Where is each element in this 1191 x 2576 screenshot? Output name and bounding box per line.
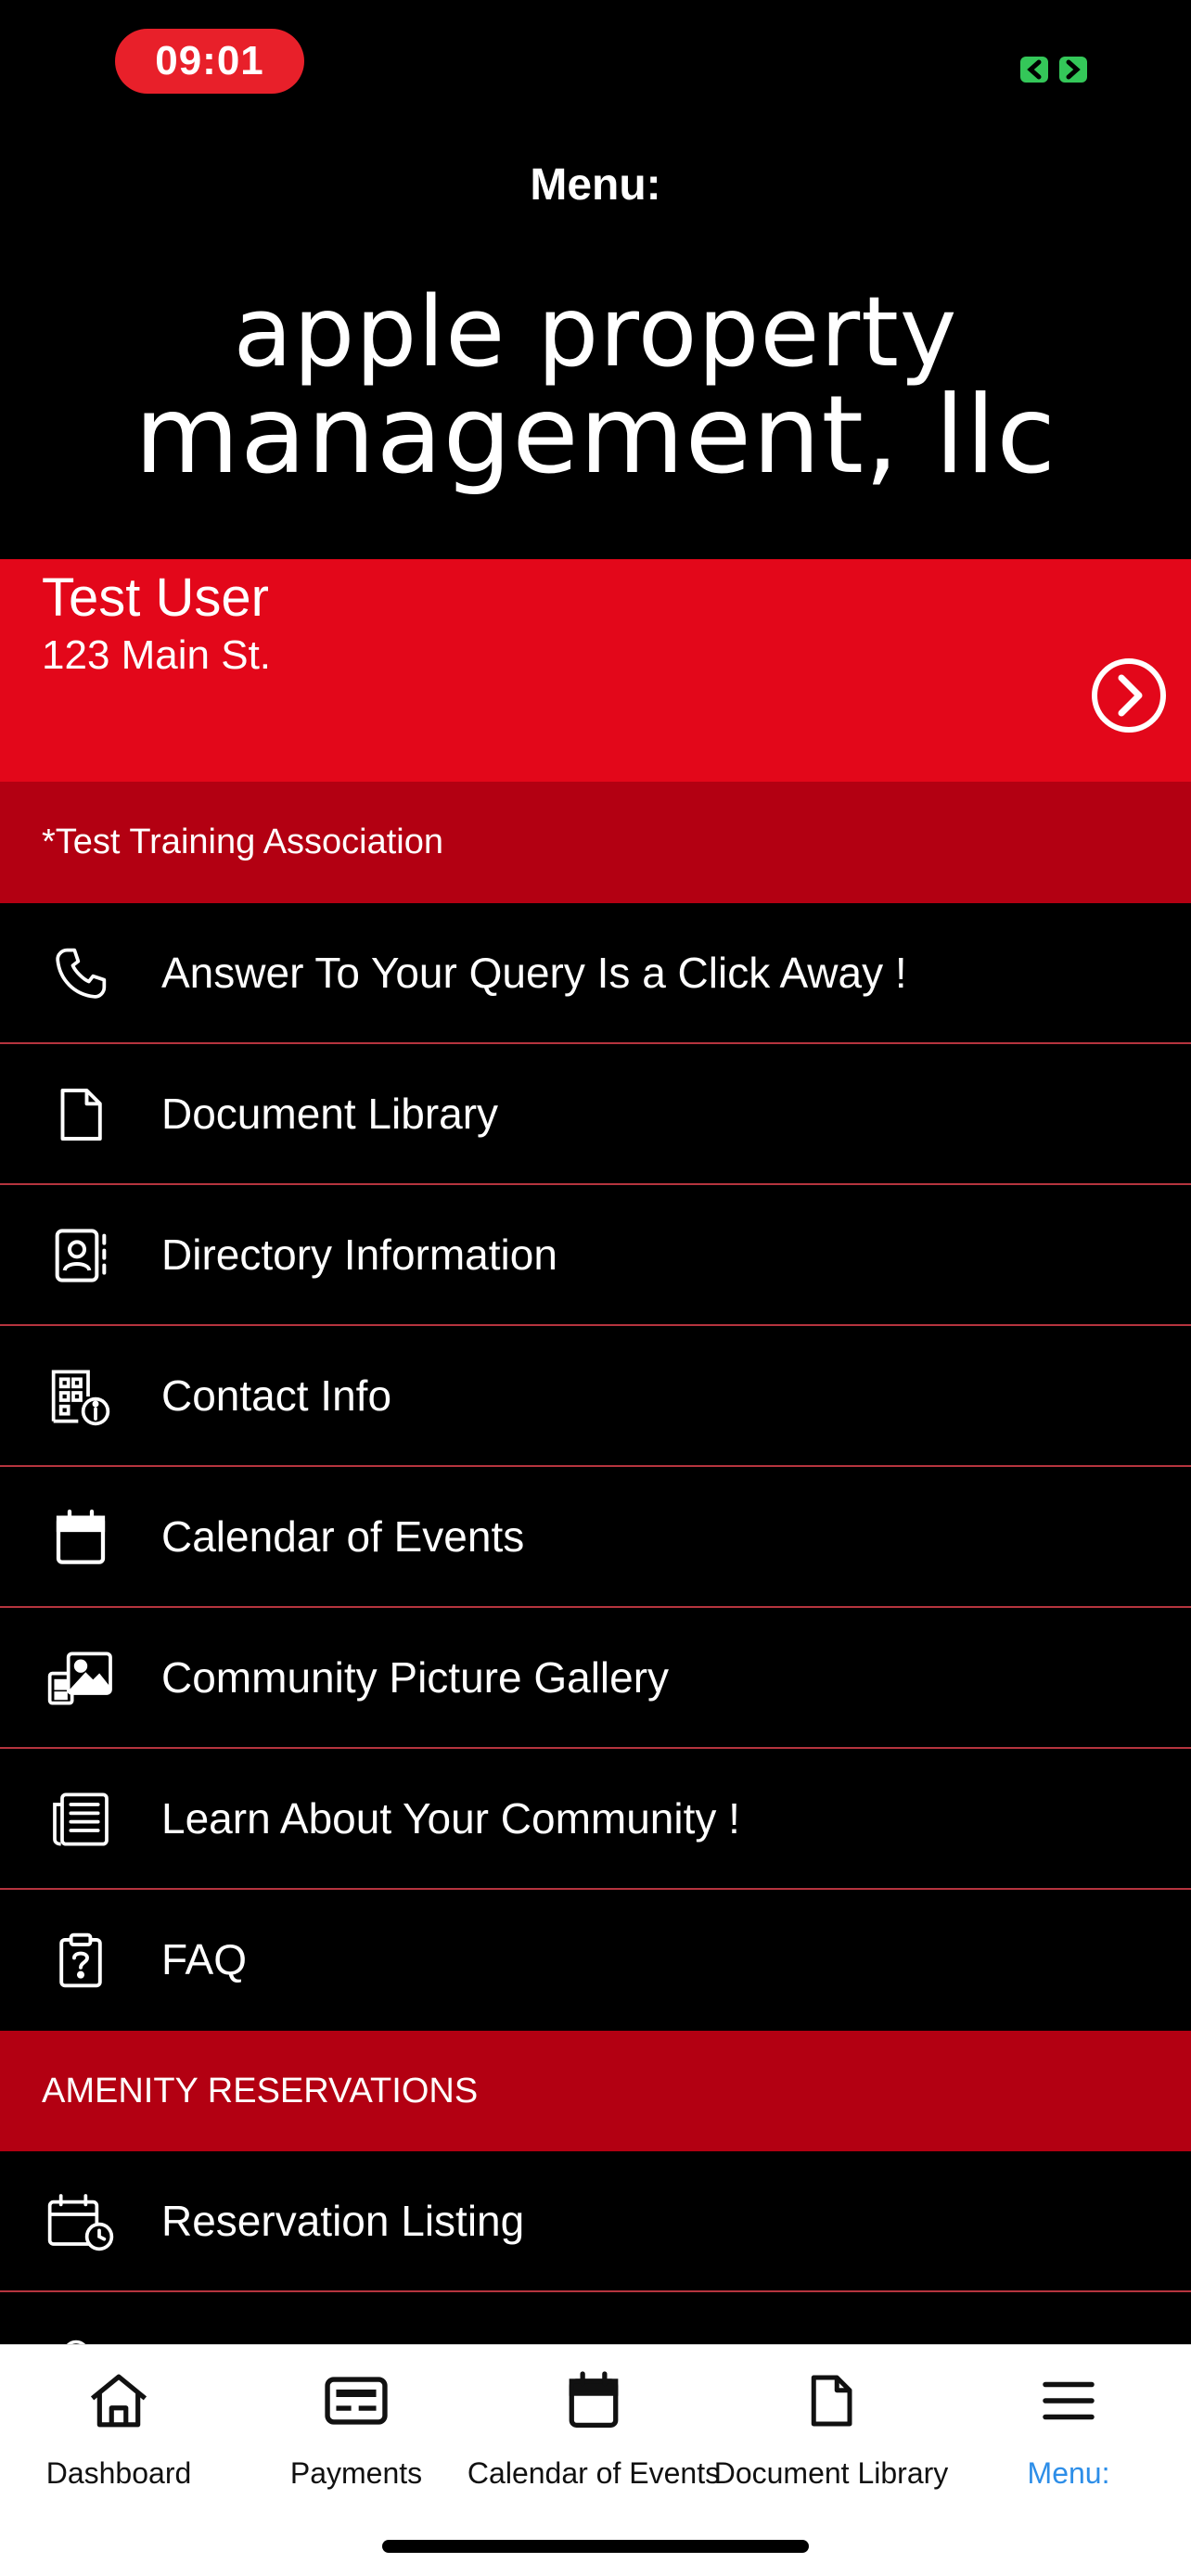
tab-menu[interactable]: Menu:: [950, 2364, 1187, 2493]
home-icon: [82, 2364, 156, 2438]
user-name: Test User: [42, 567, 269, 628]
menu-item-label: Answer To Your Query Is a Click Away !: [161, 949, 907, 997]
tab-dashboard[interactable]: Dashboard: [0, 2364, 237, 2493]
phone-icon: [41, 946, 121, 1001]
logo-line-2: management, llc: [134, 373, 1057, 498]
calendar-icon: [41, 1509, 121, 1565]
phone-call-indicator-icon: [1020, 57, 1087, 83]
calendar-clock-icon: [41, 2194, 121, 2251]
menu-item-label: Community Picture Gallery: [161, 1653, 670, 1702]
menu-item-label: Document Library: [161, 1090, 499, 1138]
tab-label: Calendar of Events: [467, 2456, 721, 2490]
menu-item-label: Directory Information: [161, 1231, 557, 1279]
tab-label: Menu:: [1027, 2456, 1110, 2490]
calendar-icon: [557, 2364, 631, 2438]
status-bar: 09:01: [0, 0, 1191, 130]
menu-item-community-picture-gallery[interactable]: Community Picture Gallery: [0, 1608, 1191, 1749]
tab-label: Document Library: [713, 2456, 949, 2490]
document-icon: [41, 1087, 121, 1142]
tab-document-library[interactable]: Document Library: [712, 2364, 950, 2493]
menu-item-contact-info[interactable]: Contact Info: [0, 1326, 1191, 1467]
menu-item-label: Learn About Your Community !: [161, 1794, 740, 1843]
newspaper-icon: [41, 1792, 121, 1847]
association-header: *Test Training Association: [0, 782, 1191, 903]
menu-item-document-library[interactable]: Document Library: [0, 1044, 1191, 1185]
menu-item-faq[interactable]: FAQ: [0, 1890, 1191, 2031]
section-header-amenity-reservations: AMENITY RESERVATIONS: [0, 2031, 1191, 2151]
menu-item-directory-information[interactable]: Directory Information: [0, 1185, 1191, 1326]
gallery-icon: [41, 1651, 121, 1706]
menu-item-answer-query[interactable]: Answer To Your Query Is a Click Away !: [0, 903, 1191, 1044]
menu-item-label: Contact Info: [161, 1371, 392, 1420]
menu-item-label: Calendar of Events: [161, 1512, 525, 1561]
hamburger-menu-icon: [1031, 2364, 1106, 2438]
clipboard-question-icon: [41, 1932, 121, 1988]
tab-label: Dashboard: [45, 2456, 192, 2490]
payment-card-icon: [319, 2364, 393, 2438]
tab-calendar-of-events[interactable]: Calendar of Events: [467, 2364, 720, 2493]
document-icon: [794, 2364, 868, 2438]
menu-item-reservation-listing[interactable]: Reservation Listing: [0, 2151, 1191, 2292]
logo-line-1: apple property: [233, 275, 958, 389]
menu-item-calendar-of-events[interactable]: Calendar of Events: [0, 1467, 1191, 1608]
tab-label: Payments: [289, 2456, 423, 2490]
user-address: 123 Main St.: [42, 632, 272, 678]
status-time[interactable]: 09:01: [115, 29, 304, 94]
menu-item-learn-about-community[interactable]: Learn About Your Community !: [0, 1749, 1191, 1890]
page-title: Menu:: [530, 160, 661, 210]
home-indicator[interactable]: [382, 2540, 809, 2553]
tab-payments[interactable]: Payments: [237, 2364, 475, 2493]
menu-list: Answer To Your Query Is a Click Away ! D…: [0, 903, 1191, 2433]
chevron-right-circle-icon[interactable]: [1091, 657, 1167, 733]
menu-item-label: Reservation Listing: [161, 2197, 525, 2245]
company-logo: apple property management, llc: [0, 275, 1191, 498]
menu-item-label: FAQ: [161, 1935, 248, 1983]
contact-book-icon: [41, 1228, 121, 1283]
building-info-icon: [41, 1369, 121, 1426]
user-card[interactable]: Test User 123 Main St.: [0, 559, 1191, 782]
